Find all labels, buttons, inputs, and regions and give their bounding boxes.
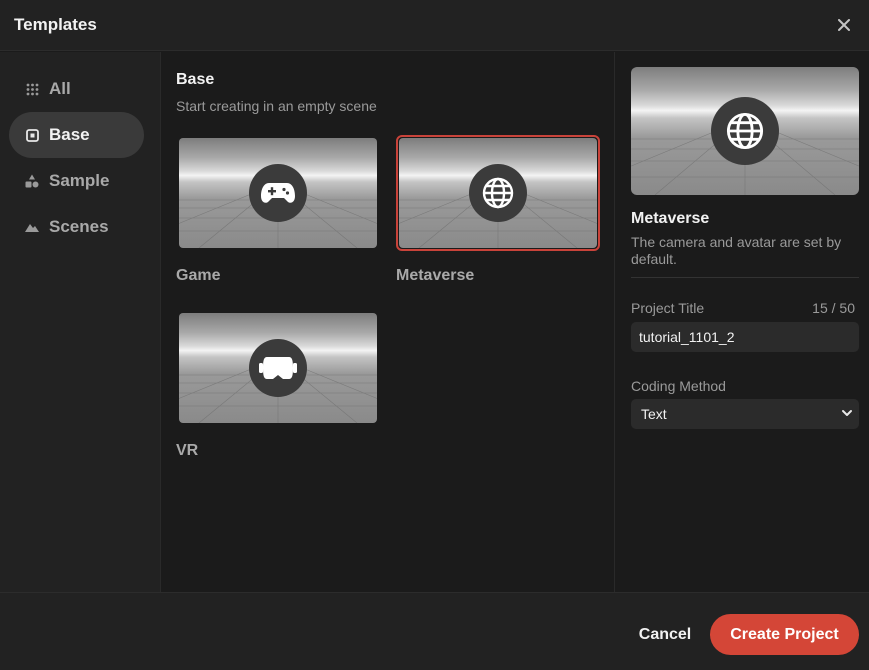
- template-thumbnail: [179, 138, 377, 248]
- square-dot-icon: [25, 128, 39, 142]
- template-thumbnail: [179, 313, 377, 423]
- section-subtitle: Start creating in an empty scene: [176, 98, 377, 114]
- divider: [631, 277, 859, 278]
- sidebar-item-label: Base: [49, 125, 90, 144]
- details-panel: Metaverse The camera and avatar are set …: [614, 52, 869, 592]
- template-card-label: Metaverse: [396, 267, 475, 284]
- template-card-vr[interactable]: VR: [176, 310, 380, 460]
- gamepad-icon: [249, 164, 307, 222]
- sidebar-item-scenes[interactable]: Scenes: [9, 204, 144, 250]
- sidebar: All Base Sample Scenes: [0, 52, 161, 592]
- template-card-metaverse[interactable]: Metaverse: [396, 135, 600, 285]
- dialog-footer: Cancel Create Project: [0, 592, 869, 670]
- sidebar-item-label: Scenes: [49, 217, 109, 236]
- project-title-label: Project Title: [631, 300, 705, 316]
- close-button[interactable]: [833, 14, 855, 36]
- template-card-label: VR: [176, 442, 199, 459]
- cancel-button[interactable]: Cancel: [626, 615, 704, 655]
- close-icon: [838, 19, 850, 31]
- grid-icon: [25, 82, 39, 96]
- vr-headset-icon: [249, 339, 307, 397]
- template-thumbnail: [399, 138, 597, 248]
- dialog-header: Templates: [0, 0, 869, 51]
- section-title: Base: [176, 71, 215, 88]
- coding-method-value: Text: [641, 406, 667, 422]
- mountain-icon: [25, 220, 39, 234]
- shapes-icon: [25, 174, 39, 188]
- details-title: Metaverse: [631, 210, 710, 227]
- sidebar-item-label: Sample: [49, 171, 110, 190]
- create-project-button[interactable]: Create Project: [710, 614, 859, 655]
- sidebar-item-all[interactable]: All: [9, 66, 144, 112]
- dialog-title: Templates: [14, 15, 97, 34]
- chevron-down-icon: [842, 410, 852, 416]
- coding-method-select[interactable]: Text: [631, 399, 859, 429]
- template-list: Base Start creating in an empty scene Ga…: [161, 52, 614, 592]
- sidebar-item-label: All: [49, 79, 71, 98]
- template-card-label: Game: [176, 267, 221, 284]
- coding-method-label: Coding Method: [631, 378, 726, 394]
- template-preview: [631, 67, 859, 195]
- details-description: The camera and avatar are set by default…: [631, 234, 842, 267]
- template-card-game[interactable]: Game: [176, 135, 380, 285]
- sidebar-item-sample[interactable]: Sample: [9, 158, 144, 204]
- character-counter: 15 / 50: [812, 300, 855, 316]
- globe-icon: [711, 97, 779, 165]
- project-title-input[interactable]: [631, 322, 859, 352]
- globe-icon: [469, 164, 527, 222]
- sidebar-item-base[interactable]: Base: [9, 112, 144, 158]
